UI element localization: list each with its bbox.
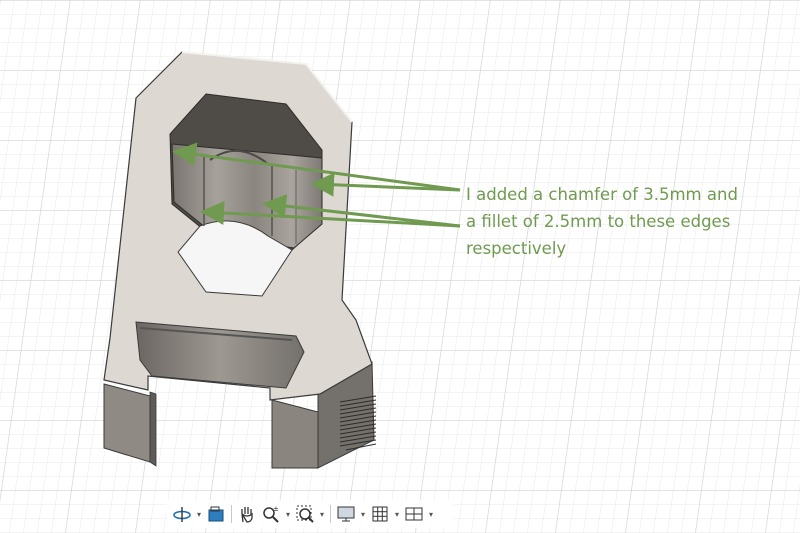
right-leg-side	[271, 399, 319, 469]
annotation-line: I added a chamfer of 3.5mm and	[466, 185, 738, 204]
grid-snaps-dropdown[interactable]: ▾	[392, 502, 402, 526]
left-leg-front	[149, 391, 157, 467]
orbit-icon	[173, 507, 191, 522]
orbit-dropdown[interactable]: ▾	[194, 502, 204, 526]
fit-window-icon	[296, 505, 314, 523]
toolbar-divider	[330, 505, 331, 523]
svg-text:±: ±	[273, 505, 279, 513]
fit-button[interactable]	[293, 502, 317, 526]
grid-snaps-icon	[372, 506, 388, 522]
left-leg-side	[103, 383, 151, 463]
pan-hand-icon	[241, 507, 253, 523]
annotation-line: a fillet of 2.5mm to these edges	[466, 212, 731, 231]
fit-dropdown[interactable]: ▾	[317, 502, 327, 526]
look-at-button[interactable]	[204, 502, 228, 526]
pan-button[interactable]	[235, 502, 259, 526]
annotation-text: I added a chamfer of 3.5mm and a fillet …	[466, 181, 786, 262]
zoom-button[interactable]: ±	[259, 502, 283, 526]
display-settings-dropdown[interactable]: ▾	[358, 502, 368, 526]
zoom-dropdown[interactable]: ▾	[283, 502, 293, 526]
viewports-dropdown[interactable]: ▾	[426, 502, 436, 526]
viewports-button[interactable]	[402, 502, 426, 526]
annotation-line: respectively	[466, 239, 567, 258]
look-at-icon	[208, 506, 224, 522]
display-settings-button[interactable]	[334, 502, 358, 526]
viewports-icon	[405, 507, 423, 521]
display-settings-icon	[337, 506, 355, 522]
zoom-icon: ±	[263, 505, 279, 523]
orbit-button[interactable]	[170, 502, 194, 526]
design-viewport[interactable]	[0, 0, 800, 533]
navigation-toolbar: ▾ ± ▾ ▾ ▾ ▾ ▾	[166, 500, 454, 528]
toolbar-divider	[231, 505, 232, 523]
grid-snaps-button[interactable]	[368, 502, 392, 526]
